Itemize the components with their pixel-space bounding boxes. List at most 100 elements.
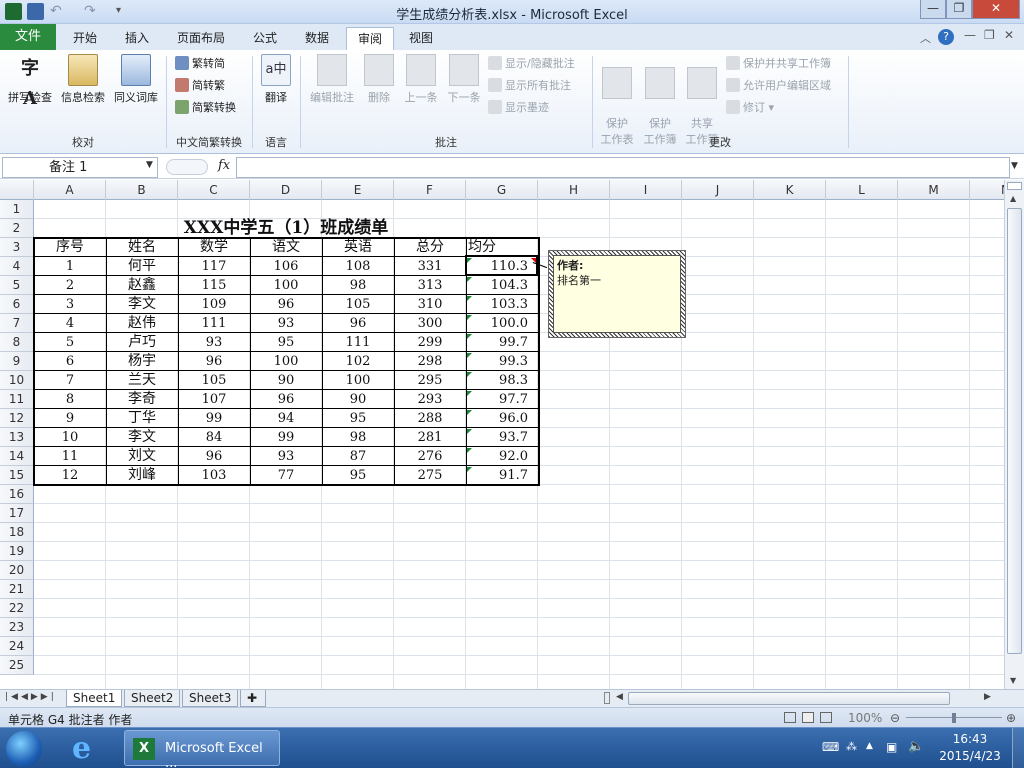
table-cell[interactable]: 98.3: [466, 371, 538, 390]
comment-box[interactable]: 作者: 排名第一: [548, 250, 686, 338]
thesaurus-button[interactable]: 同义词库: [110, 54, 162, 105]
column-header[interactable]: N: [970, 180, 1004, 200]
table-header-cell[interactable]: 语文: [250, 238, 322, 257]
table-cell[interactable]: 1: [34, 257, 106, 276]
chinese-convert-button[interactable]: 简繁转换: [175, 98, 236, 118]
table-cell[interactable]: 8: [34, 390, 106, 409]
split-box[interactable]: [1007, 182, 1022, 190]
clock-date[interactable]: 2015/4/23: [936, 749, 1004, 763]
table-cell[interactable]: 杨宇: [106, 352, 178, 371]
scroll-down-icon[interactable]: ▼: [1010, 676, 1016, 685]
table-cell[interactable]: 100: [250, 352, 322, 371]
column-header[interactable]: E: [322, 180, 394, 200]
vertical-scrollbar[interactable]: ▲ ▼: [1004, 180, 1024, 689]
table-cell[interactable]: 104.3: [466, 276, 538, 295]
sheet-nav-icons[interactable]: |◀◀▶▶|: [5, 692, 57, 702]
zoom-level[interactable]: 100%: [848, 711, 882, 725]
maximize-button[interactable]: ❐: [946, 0, 972, 19]
help-icon[interactable]: ?: [938, 29, 954, 45]
tab-insert[interactable]: 插入: [114, 27, 160, 50]
table-header-cell[interactable]: 数学: [178, 238, 250, 257]
row-header[interactable]: 12: [0, 409, 34, 428]
column-header[interactable]: G: [466, 180, 538, 200]
previous-comment-button[interactable]: 上一条: [400, 54, 442, 105]
row-header[interactable]: 5: [0, 276, 34, 295]
table-cell[interactable]: 295: [394, 371, 466, 390]
table-cell[interactable]: 丁华: [106, 409, 178, 428]
show-desktop-button[interactable]: [1012, 728, 1024, 768]
table-cell[interactable]: 87: [322, 447, 394, 466]
zoom-slider-thumb[interactable]: [952, 713, 956, 723]
track-changes-button[interactable]: 修订 ▾: [726, 98, 774, 118]
row-header[interactable]: 3: [0, 238, 34, 257]
next-comment-button[interactable]: 下一条: [444, 54, 484, 105]
table-cell[interactable]: 何平: [106, 257, 178, 276]
row-header[interactable]: 1: [0, 200, 34, 219]
minimize-button[interactable]: —: [920, 0, 946, 19]
row-header[interactable]: 14: [0, 447, 34, 466]
table-cell[interactable]: 95: [322, 409, 394, 428]
ime-icon[interactable]: ⁂: [846, 740, 857, 753]
tray-expand-icon[interactable]: ▲: [866, 741, 873, 751]
table-cell[interactable]: 100: [322, 371, 394, 390]
table-cell[interactable]: 97.7: [466, 390, 538, 409]
table-cell[interactable]: 93: [250, 447, 322, 466]
row-header[interactable]: 22: [0, 599, 34, 618]
column-header[interactable]: I: [610, 180, 682, 200]
translate-button[interactable]: a中 翻译: [256, 54, 296, 105]
table-cell[interactable]: 84: [178, 428, 250, 447]
table-cell[interactable]: 77: [250, 466, 322, 485]
row-header[interactable]: 19: [0, 542, 34, 561]
taskbar-excel-button[interactable]: X Microsoft Excel ...: [124, 730, 280, 768]
page-break-view-icon[interactable]: [820, 712, 832, 723]
table-cell[interactable]: 115: [178, 276, 250, 295]
table-cell[interactable]: 93: [250, 314, 322, 333]
table-cell[interactable]: 5: [34, 333, 106, 352]
start-button[interactable]: [6, 731, 42, 767]
table-cell[interactable]: 105: [322, 295, 394, 314]
edit-comment-button[interactable]: 编辑批注: [304, 54, 360, 105]
select-all-corner[interactable]: [0, 180, 34, 200]
table-cell[interactable]: 4: [34, 314, 106, 333]
vertical-scroll-thumb[interactable]: [1007, 208, 1022, 654]
row-header[interactable]: 24: [0, 637, 34, 656]
row-header[interactable]: 9: [0, 352, 34, 371]
table-cell[interactable]: 281: [394, 428, 466, 447]
table-cell[interactable]: 108: [322, 257, 394, 276]
table-cell[interactable]: 10: [34, 428, 106, 447]
row-header[interactable]: 6: [0, 295, 34, 314]
sheet-tab-2[interactable]: Sheet2: [124, 690, 181, 707]
internet-explorer-icon[interactable]: e: [72, 734, 104, 764]
table-cell[interactable]: 11: [34, 447, 106, 466]
tab-formulas[interactable]: 公式: [242, 27, 288, 50]
page-layout-view-icon[interactable]: [802, 712, 814, 723]
table-cell[interactable]: 赵伟: [106, 314, 178, 333]
sheet-tab-3[interactable]: Sheet3: [182, 690, 239, 707]
table-cell[interactable]: 99: [178, 409, 250, 428]
show-all-comments-button[interactable]: 显示所有批注: [488, 76, 571, 96]
table-cell[interactable]: 94: [250, 409, 322, 428]
row-header[interactable]: 7: [0, 314, 34, 333]
close-button[interactable]: ✕: [972, 0, 1020, 19]
spell-check-button[interactable]: 字A 拼写检查: [4, 54, 56, 109]
table-cell[interactable]: 103.3: [466, 295, 538, 314]
tab-file[interactable]: 文件: [0, 24, 56, 50]
scroll-left-icon[interactable]: ◀: [616, 692, 623, 702]
table-cell[interactable]: 赵鑫: [106, 276, 178, 295]
row-header[interactable]: 18: [0, 523, 34, 542]
table-cell[interactable]: 96.0: [466, 409, 538, 428]
table-cell[interactable]: 96: [322, 314, 394, 333]
collapse-ribbon-icon[interactable]: ︿: [920, 30, 931, 46]
tab-home[interactable]: 开始: [62, 27, 108, 50]
zoom-out-icon[interactable]: ⊖: [890, 711, 900, 725]
row-header[interactable]: 13: [0, 428, 34, 447]
table-cell[interactable]: 95: [250, 333, 322, 352]
volume-icon[interactable]: 🔈: [908, 739, 924, 754]
table-cell[interactable]: 298: [394, 352, 466, 371]
column-header[interactable]: M: [898, 180, 970, 200]
table-cell[interactable]: 96: [250, 390, 322, 409]
table-cell[interactable]: 93.7: [466, 428, 538, 447]
horizontal-scroll-thumb[interactable]: [628, 692, 950, 705]
name-box-dropdown-icon[interactable]: ▼: [146, 160, 153, 170]
table-cell[interactable]: 93: [178, 333, 250, 352]
